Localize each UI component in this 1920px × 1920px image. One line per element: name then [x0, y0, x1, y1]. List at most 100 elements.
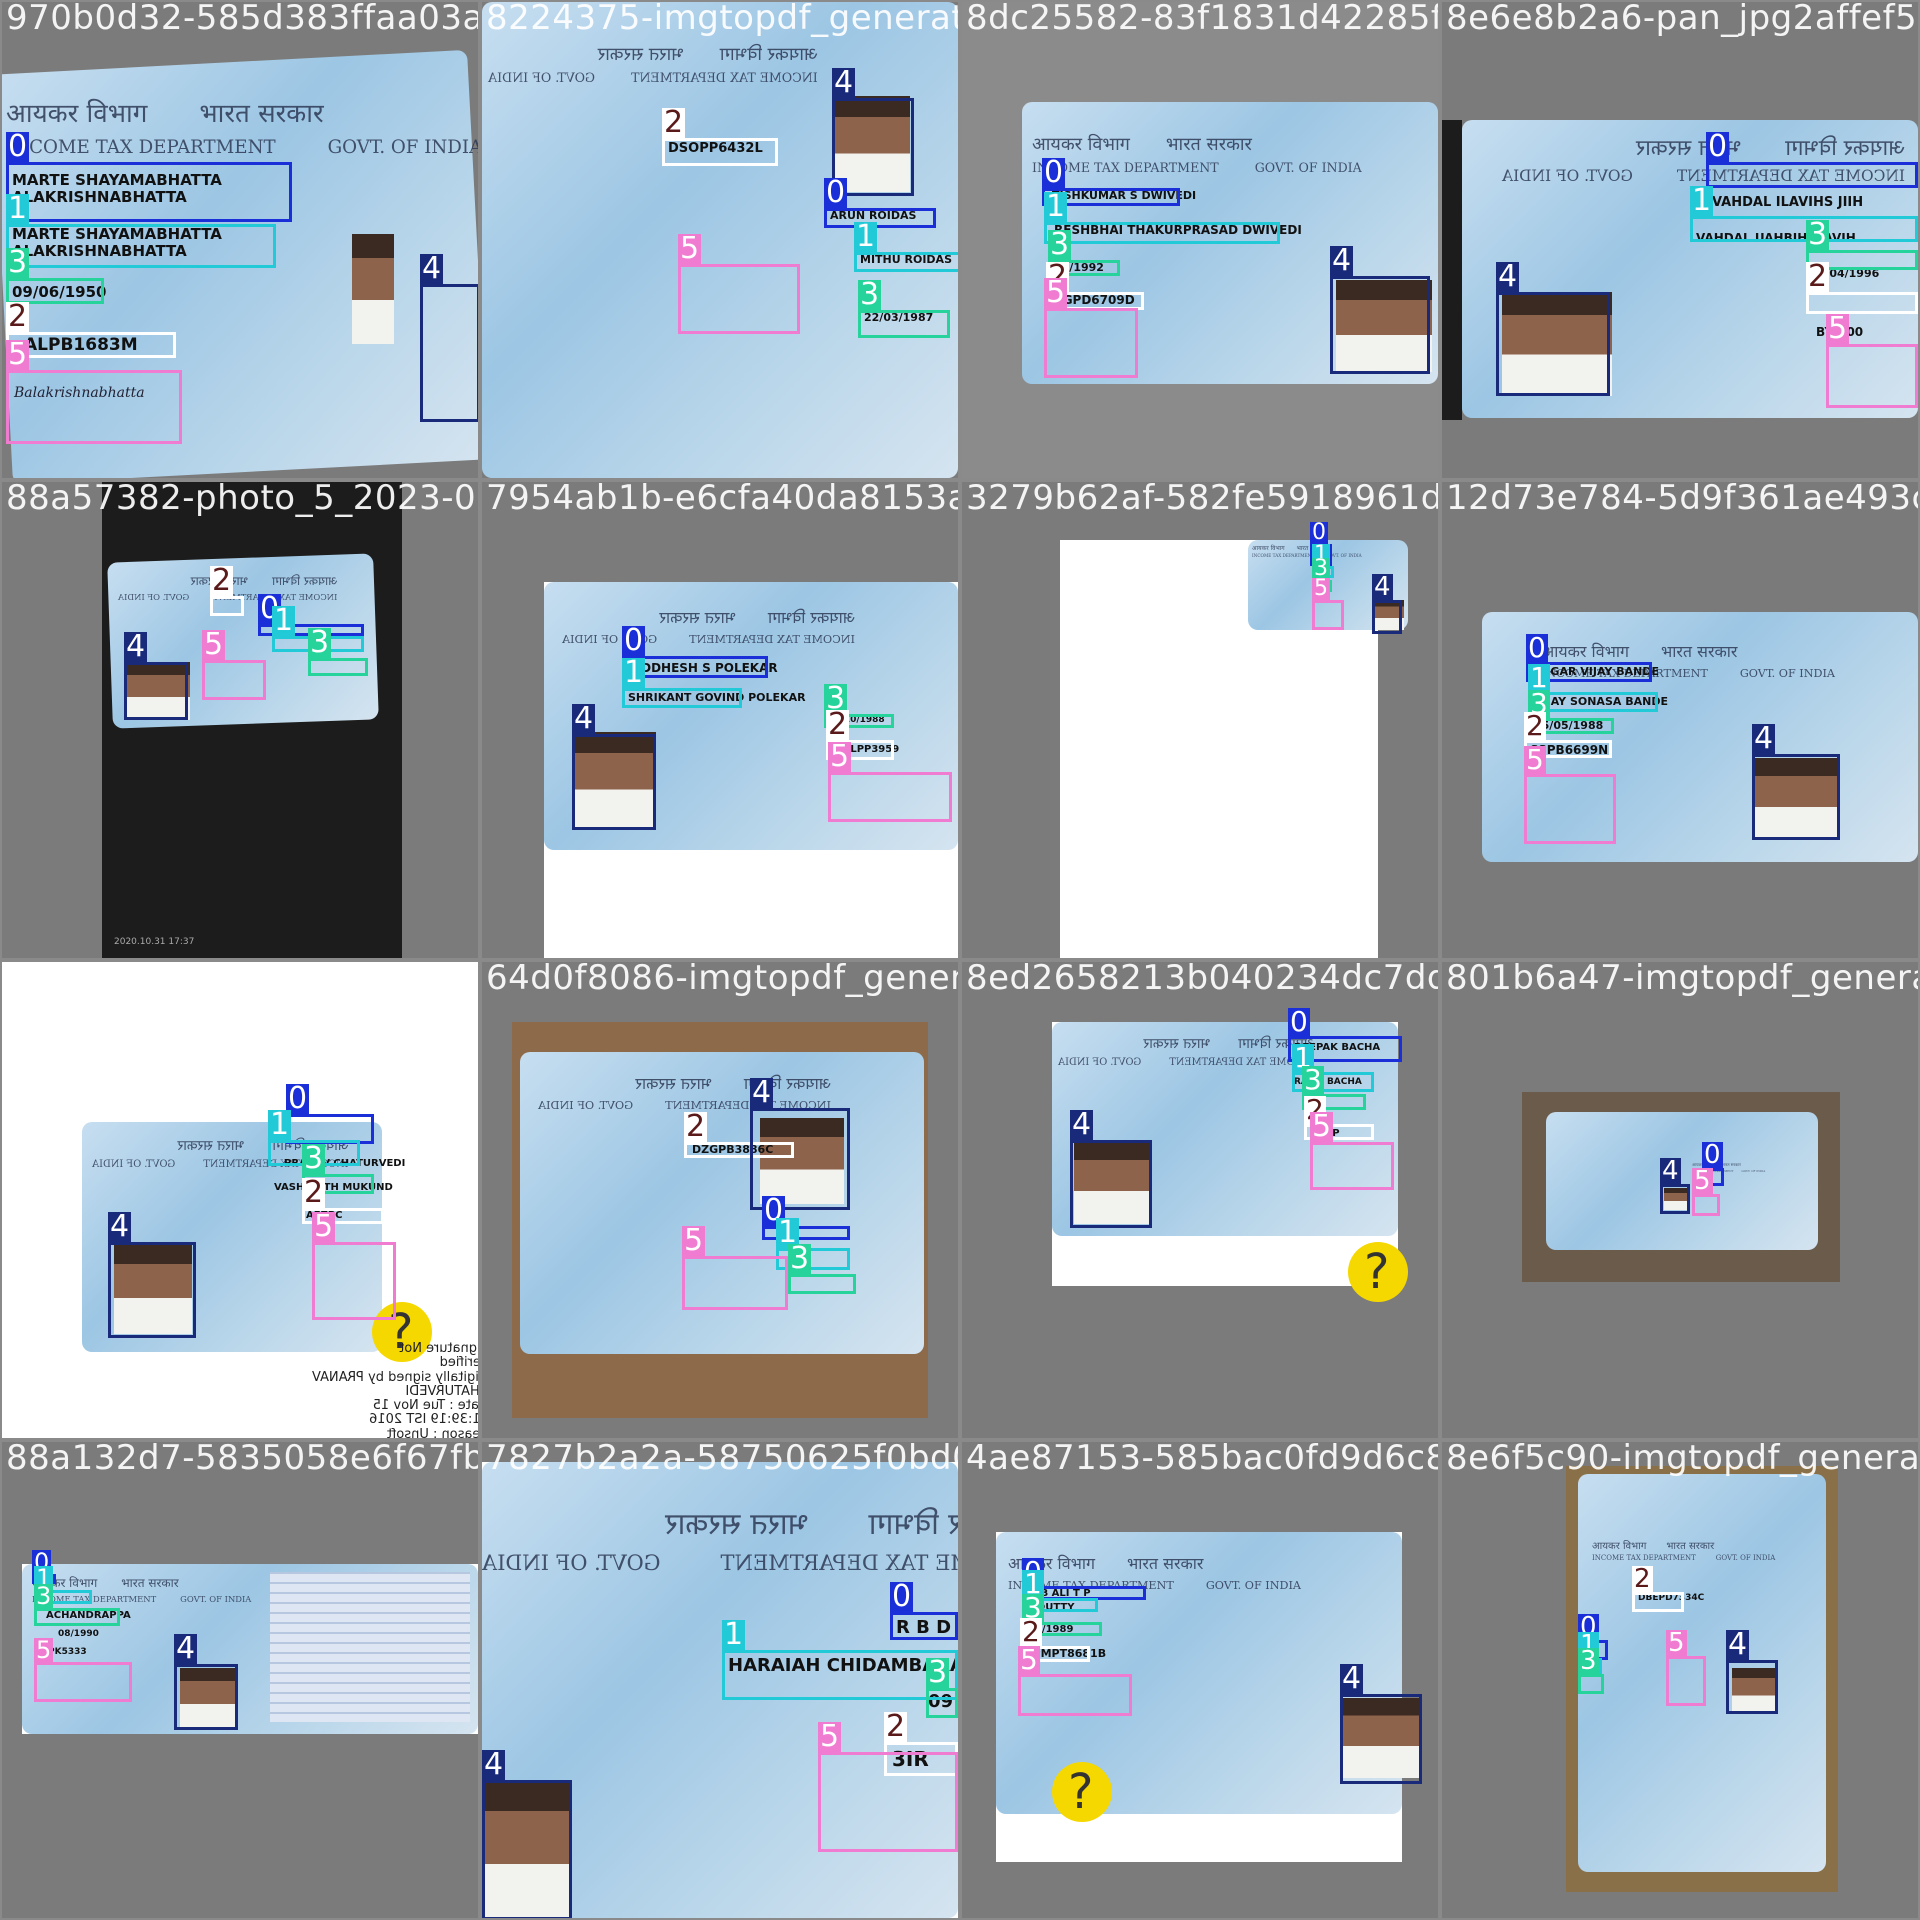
- bbox-label-3: 3: [1302, 1063, 1324, 1096]
- bbox-label-5: 5: [818, 1719, 842, 1754]
- dept-label: INCOME TAX DEPARTMENT: [1592, 1554, 1696, 1562]
- govt-label: GOVT. OF INDIA: [488, 70, 596, 85]
- bbox-label-4: 4: [1752, 721, 1776, 756]
- bbox-class-4: [1660, 1184, 1690, 1214]
- govt-hindi: भारत सरकार: [199, 99, 324, 129]
- tile-filename: 801b6a47-imgtopdf_generated: [1446, 962, 1918, 998]
- bbox-class-4: [482, 1780, 572, 1918]
- bbox-class-5: [818, 1752, 958, 1852]
- bbox-class-5: [312, 1242, 396, 1320]
- bbox-class-4: [1330, 276, 1430, 374]
- govt-hindi: भारत सरकार: [177, 1138, 245, 1154]
- bbox-class-0: [1706, 162, 1918, 188]
- govt-hindi: भारत सरकार: [1127, 1554, 1204, 1573]
- bbox-class-5: [1312, 600, 1344, 630]
- bbox-class-4: [1752, 754, 1840, 840]
- bbox-label-1: 1: [1044, 189, 1068, 224]
- bbox-class-2: [1632, 1592, 1684, 1612]
- image-tile: आयकर विभागभारत सरकारINCOME TAX DEPARTMEN…: [962, 962, 1438, 1438]
- bbox-label-2: 2: [1020, 1615, 1042, 1648]
- image-tile: आयकर विभागभारत सरकारINCOME TAX DEPARTMEN…: [1442, 2, 1918, 478]
- bbox-class-2: [1806, 292, 1918, 314]
- bbox-class-4: [1496, 292, 1610, 396]
- bbox-label-1: 1: [854, 219, 878, 254]
- bbox-label-0: 0: [622, 623, 646, 658]
- image-tile: आयकर विभागभारत सरकारINCOME TAX DEPARTMEN…: [2, 2, 478, 478]
- bbox-label-5: 5: [1524, 743, 1546, 776]
- bbox-label-3: 3: [302, 1141, 326, 1176]
- bbox-label-1: 1: [6, 191, 30, 226]
- bbox-label-2: 2: [884, 1709, 908, 1744]
- dept-label: INCOME TAX DEPARTMENT: [1252, 553, 1315, 558]
- card-header: आयकर विभाग भारत सरकार INCOME TAX DEPARTMEN…: [1592, 1538, 1775, 1563]
- bbox-label-0: 0: [824, 175, 848, 210]
- bbox-label-0: 0: [1526, 631, 1548, 664]
- bbox-class-3: [308, 658, 368, 676]
- dept-hindi: आयकर विभाग: [1252, 545, 1285, 552]
- image-tile: आयकर विभागभारत सरकारINCOME TAX DEPARTMEN…: [962, 482, 1438, 958]
- govt-label: GOVT. OF INDIA: [482, 1551, 661, 1575]
- tile-filename: 8ed2658213b040234dc7dd: [966, 962, 1438, 998]
- dark-background: [1442, 120, 1462, 420]
- bbox-label-4: 4: [482, 1747, 506, 1782]
- image-tile: आयकर विभागभारत सरकारINCOME TAX DEPARTMEN…: [482, 1442, 958, 1918]
- govt-hindi: भारत सरकार: [597, 44, 684, 65]
- bbox-label-4: 4: [124, 629, 148, 664]
- bbox-label-2: 2: [662, 105, 686, 140]
- bbox-class-5: [682, 1256, 788, 1310]
- bbox-label-4: 4: [750, 1075, 774, 1110]
- govt-hindi: भारत सरकार: [1721, 1162, 1741, 1167]
- bbox-label-1: 1: [622, 655, 646, 690]
- bbox-class-4: [108, 1242, 196, 1338]
- bbox-label-3: 3: [34, 1582, 54, 1610]
- bbox-class-4: [1340, 1694, 1422, 1784]
- card-field-pan: PK5333: [48, 1647, 87, 1657]
- bbox-label-3: 3: [308, 625, 332, 660]
- bbox-class-0: [890, 1612, 958, 1640]
- card-header: आयकर विभागभारत सरकारINCOME TAX DEPARTMEN…: [482, 1502, 958, 1578]
- image-tile: आयकर विभागभारत सरकारINCOME TAX DEPARTMEN…: [2, 962, 478, 1438]
- bbox-class-5: [828, 772, 952, 822]
- bbox-class-4: [174, 1664, 238, 1730]
- bbox-class-3: [858, 310, 950, 338]
- tile-filename: 88a57382-photo_5_2023-07-15_15-58-16_jpg: [6, 482, 478, 518]
- bbox-label-4: 4: [420, 251, 444, 286]
- bbox-label-0: 0: [1706, 129, 1730, 164]
- card-header: आयकर विभागभारत सरकारINCOME TAX DEPARTMEN…: [1032, 132, 1362, 177]
- card-header: आयकर विभागभारत सरकारINCOME TAX DEPARTMEN…: [488, 42, 818, 87]
- bbox-label-0: 0: [1702, 1140, 1723, 1170]
- bbox-label-5: 5: [1018, 1643, 1040, 1676]
- bbox-label-2: 2: [1632, 1564, 1653, 1594]
- bbox-label-4: 4: [1070, 1107, 1094, 1142]
- bbox-class-1: [622, 688, 742, 708]
- dept-hindi: आयकर विभाग: [1592, 1541, 1647, 1552]
- bbox-label-5: 5: [202, 627, 226, 662]
- bbox-class-5: [1826, 344, 1918, 408]
- bbox-class-4: [572, 734, 656, 830]
- image-tile: आयकर विभागभारत सरकारINCOME TAX DEPARTMEN…: [482, 2, 958, 478]
- bbox-label-2: 2: [1806, 259, 1830, 294]
- bbox-class-4: [1372, 600, 1402, 634]
- govt-label: GOVT. OF INDIA: [327, 137, 478, 158]
- tile-filename: 970b0d32-585d383ffaa03a74f2b2146fcaimgto…: [6, 2, 478, 38]
- govt-label: GOVT. OF INDIA: [1502, 167, 1633, 185]
- bbox-class-5: [6, 370, 182, 444]
- bbox-label-0: 0: [1042, 155, 1066, 190]
- govt-hindi: भारत सरकार: [1165, 134, 1252, 155]
- bbox-label-4: 4: [1660, 1156, 1681, 1186]
- bbox-label-5: 5: [312, 1209, 336, 1244]
- govt-label: GOVT. OF INDIA: [1741, 1169, 1766, 1173]
- bbox-class-3: [34, 1608, 120, 1626]
- bbox-label-5: 5: [1044, 275, 1068, 310]
- dept-label: INCOME TAX DEPARTMENT: [720, 1551, 959, 1575]
- govt-hindi: भारत सरकार: [1666, 1541, 1715, 1552]
- bbox-class-5: [678, 264, 800, 334]
- bbox-label-3: 3: [1048, 227, 1072, 262]
- dept-label: INCOME TAX DEPARTMENT: [689, 633, 855, 646]
- bbox-label-5: 5: [6, 337, 30, 372]
- image-tile: आयकर विभागभारत सरकारINCOME TAX DEPARTMEN…: [962, 1442, 1438, 1918]
- bbox-label-1: 1: [272, 603, 296, 638]
- govt-hindi: भारत सरकार: [1143, 1036, 1211, 1052]
- govt-label: GOVT. OF INDIA: [1739, 667, 1835, 680]
- govt-label: GOVT. OF INDIA: [118, 592, 190, 602]
